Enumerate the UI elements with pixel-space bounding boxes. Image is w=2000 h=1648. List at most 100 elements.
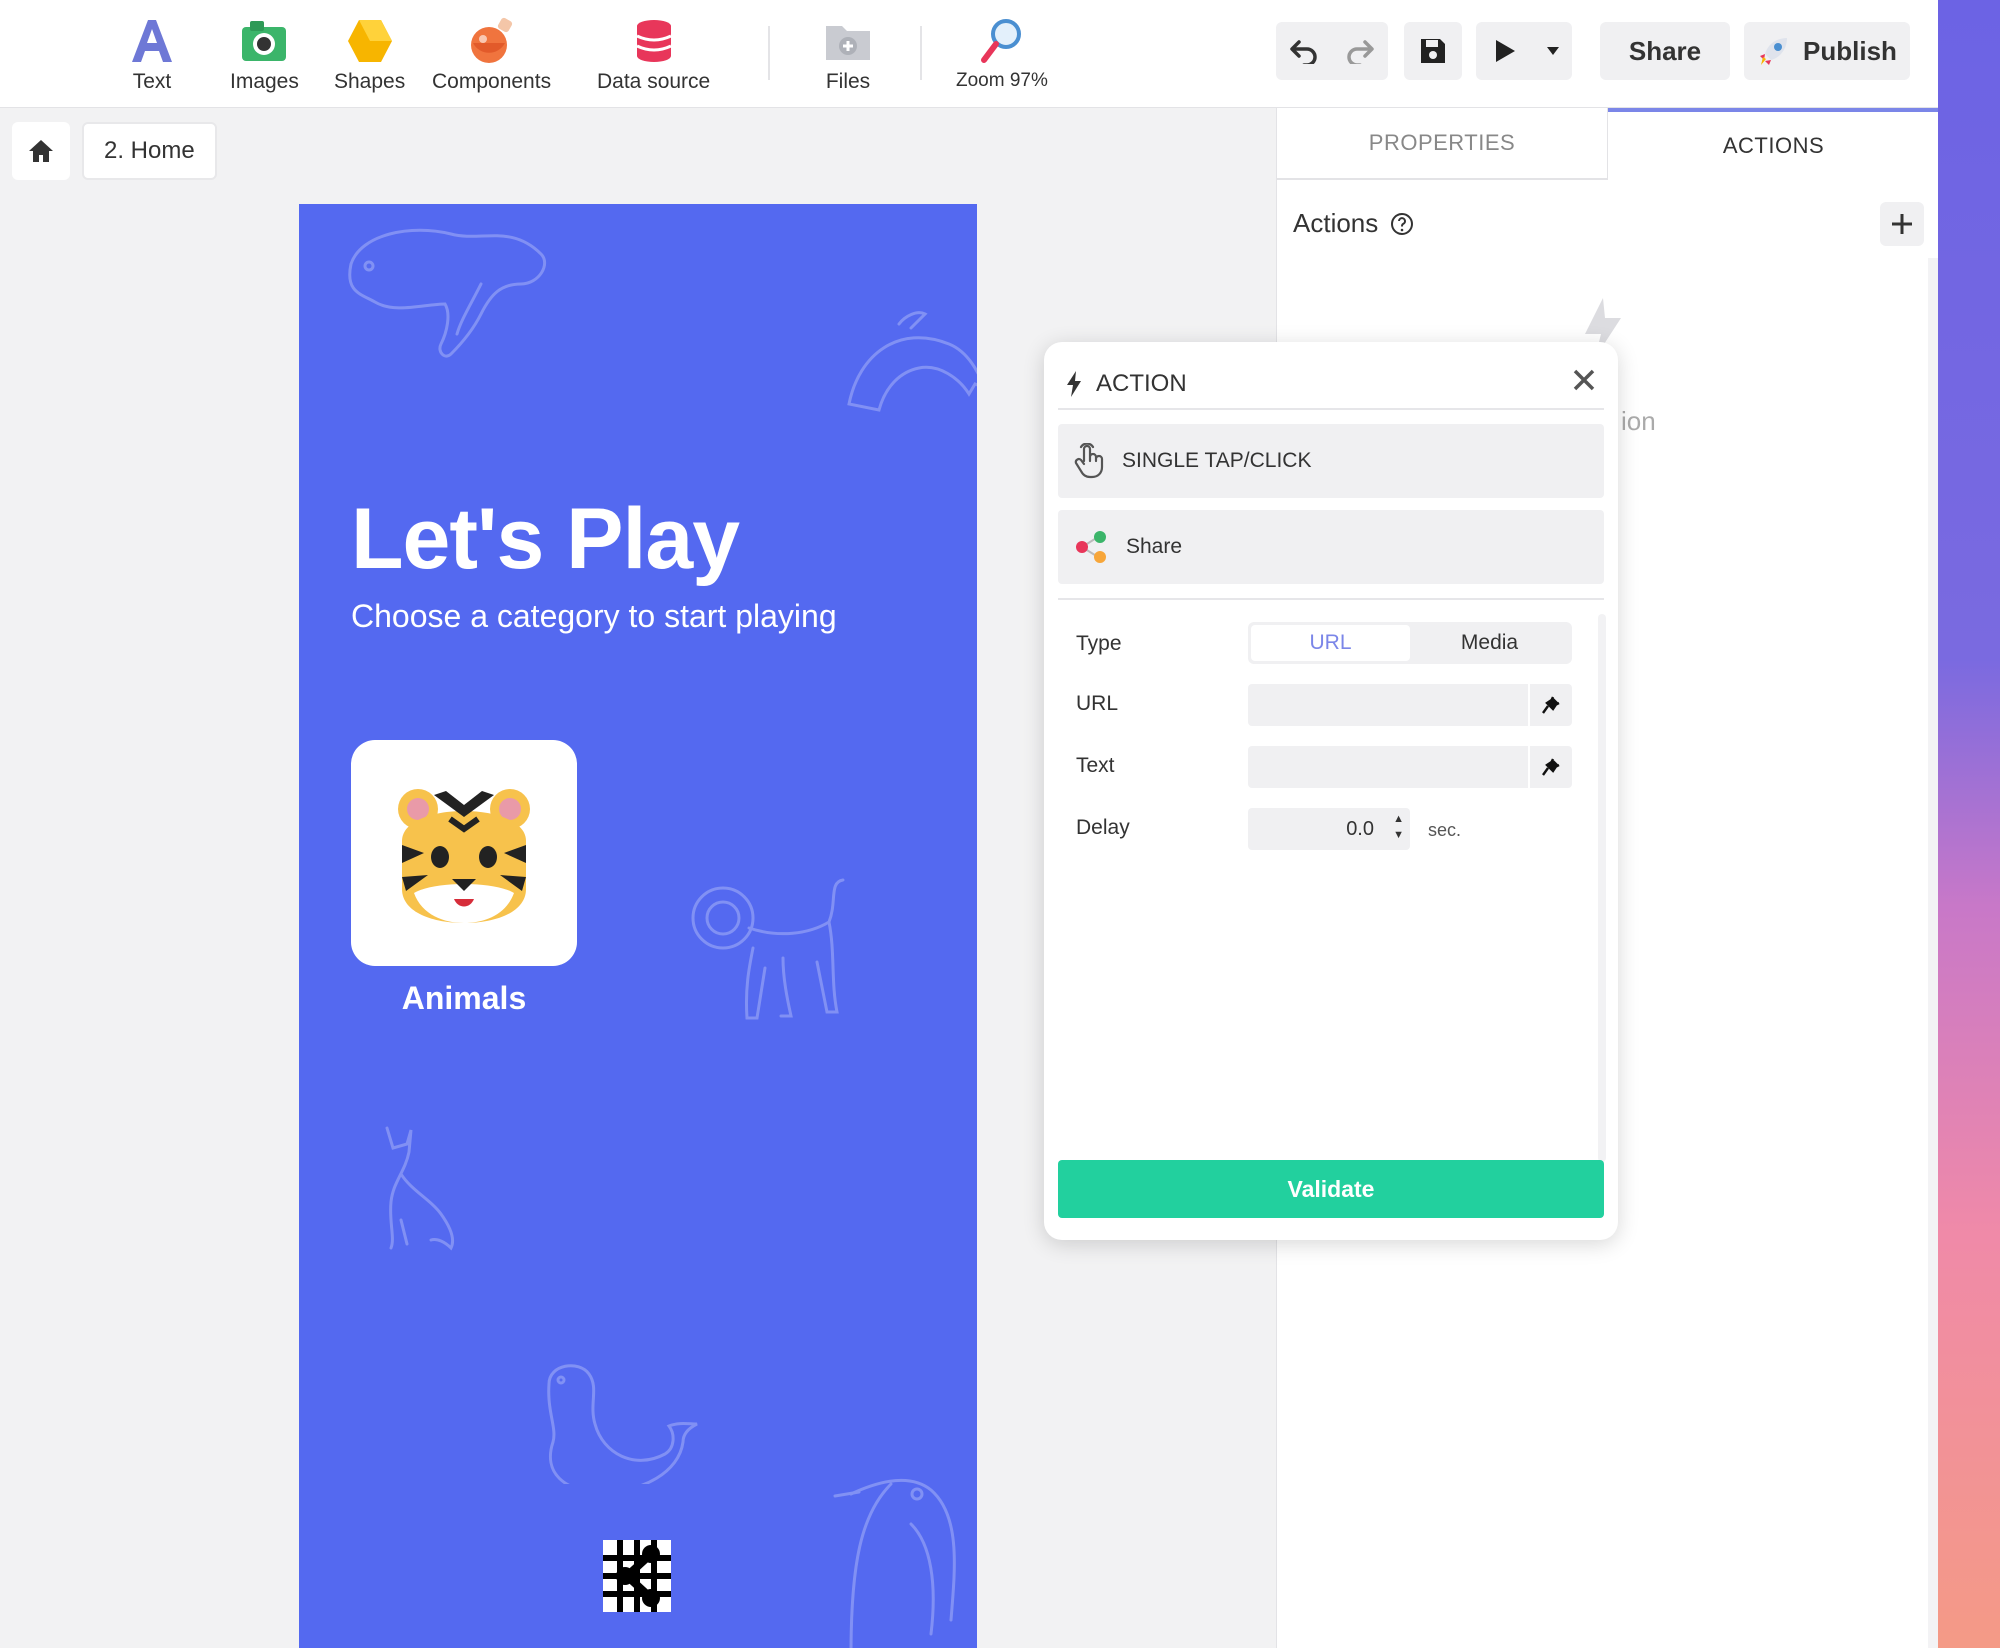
- popup-divider: [1058, 598, 1604, 600]
- tab-actions[interactable]: ACTIONS: [1608, 108, 1939, 180]
- text-label: Text: [1076, 754, 1115, 777]
- stepper-up-icon[interactable]: ▲: [1393, 812, 1404, 826]
- delay-value: 0.0: [1346, 817, 1374, 840]
- screen-subtitle: Choose a category to start playing: [351, 598, 837, 634]
- type-label: Type: [1076, 632, 1122, 655]
- plus-icon: [1892, 214, 1912, 234]
- save-button[interactable]: [1404, 22, 1462, 80]
- seal-doodle-icon: [547, 1364, 698, 1484]
- popup-header: ACTION: [1066, 360, 1596, 408]
- play-button[interactable]: [1476, 22, 1534, 80]
- action-selector[interactable]: Share: [1058, 510, 1604, 584]
- zoom-label: Zoom 97%: [956, 70, 1048, 91]
- delay-input[interactable]: 0.0 ▲ ▼: [1248, 808, 1410, 850]
- category-card-animals[interactable]: [351, 740, 577, 966]
- close-icon: [1573, 369, 1595, 391]
- folder-icon: [824, 16, 872, 66]
- actions-header: Actions: [1293, 208, 1414, 239]
- text-tool[interactable]: Text: [130, 16, 174, 94]
- delay-stepper[interactable]: ▲ ▼: [1393, 812, 1404, 842]
- save-icon: [1421, 39, 1445, 63]
- home-icon: [29, 140, 53, 162]
- shapes-tool-label: Shapes: [334, 70, 406, 93]
- components-tool-label: Components: [432, 70, 552, 93]
- tab-properties[interactable]: PROPERTIES: [1277, 108, 1608, 180]
- rocket-icon: [1760, 38, 1788, 65]
- close-button[interactable]: [1564, 360, 1604, 400]
- components-tool[interactable]: Components: [432, 16, 551, 94]
- delay-unit: sec.: [1428, 820, 1462, 840]
- data-source-tool[interactable]: Data source: [597, 16, 710, 94]
- text-field[interactable]: [1248, 746, 1572, 788]
- text-tool-icon: [130, 16, 174, 66]
- text-tool-label: Text: [132, 70, 172, 93]
- top-toolbar: Text Images Shapes Components Data sourc…: [0, 0, 1938, 108]
- share-icon: [1076, 531, 1106, 563]
- bind-data-button[interactable]: [1528, 746, 1572, 788]
- bear-doodle-icon: [348, 228, 547, 358]
- files-tool[interactable]: Files: [824, 16, 872, 94]
- type-option-url[interactable]: URL: [1251, 625, 1410, 661]
- shapes-tool[interactable]: Shapes: [334, 16, 405, 94]
- lightning-icon: [1067, 371, 1081, 397]
- toolbar-divider: [768, 26, 770, 80]
- plug-icon: [1542, 696, 1560, 714]
- breadcrumb-page[interactable]: 2. Home: [82, 122, 217, 180]
- url-field[interactable]: [1248, 684, 1572, 726]
- chevron-down-icon: [1547, 47, 1559, 55]
- preview-group: [1476, 22, 1572, 80]
- zoom-tool[interactable]: Zoom 97%: [956, 16, 1048, 92]
- share-icon[interactable]: [603, 1540, 671, 1612]
- add-action-button[interactable]: [1880, 202, 1924, 246]
- action-label: Share: [1126, 535, 1183, 558]
- breadcrumb-page-label: 2. Home: [104, 137, 195, 164]
- actions-title: Actions: [1293, 208, 1379, 238]
- redo-button[interactable]: [1332, 22, 1388, 80]
- popup-divider: [1058, 408, 1604, 410]
- popup-title: ACTION: [1096, 370, 1187, 397]
- tap-icon: [1074, 443, 1104, 479]
- bind-data-button[interactable]: [1528, 684, 1572, 726]
- flask-icon: [467, 16, 517, 66]
- empty-state-text: ion: [1621, 406, 1656, 436]
- panel-scrollbar[interactable]: [1928, 258, 1938, 1648]
- dolphin-doodle-icon: [847, 311, 977, 412]
- home-button[interactable]: [12, 122, 70, 180]
- data-source-tool-label: Data source: [597, 70, 711, 93]
- images-tool[interactable]: Images: [230, 16, 299, 94]
- publish-button[interactable]: Publish: [1744, 22, 1910, 80]
- share-button-label: Share: [1628, 35, 1702, 66]
- images-tool-label: Images: [230, 70, 299, 93]
- tiger-face-icon: [398, 789, 530, 923]
- publish-button-label: Publish: [1803, 35, 1897, 66]
- help-icon[interactable]: [1390, 212, 1414, 236]
- validate-button[interactable]: Validate: [1058, 1160, 1604, 1218]
- app-screen-canvas[interactable]: Let's Play Choose a category to start pl…: [299, 204, 977, 1648]
- share-button[interactable]: Share: [1600, 22, 1730, 80]
- hexagon-icon: [346, 16, 394, 66]
- type-option-media[interactable]: Media: [1410, 625, 1569, 661]
- penguin-doodle-icon: [833, 1478, 956, 1648]
- undo-button[interactable]: [1276, 22, 1332, 80]
- database-icon: [635, 16, 673, 66]
- stepper-down-icon[interactable]: ▼: [1393, 828, 1404, 842]
- magnifier-icon: [980, 16, 1024, 66]
- history-group: [1276, 22, 1388, 80]
- lion-doodle-icon: [691, 878, 845, 1020]
- trigger-label: SINGLE TAP/CLICK: [1122, 449, 1312, 472]
- camera-icon: [240, 16, 288, 66]
- popup-scrollbar[interactable]: [1598, 614, 1606, 1162]
- action-popup: ACTION SINGLE TAP/CLICK Share Type URL M…: [1044, 342, 1618, 1240]
- url-label: URL: [1076, 692, 1119, 715]
- play-icon: [1496, 40, 1515, 62]
- plug-icon: [1542, 758, 1560, 776]
- files-tool-label: Files: [825, 70, 871, 93]
- trigger-selector[interactable]: SINGLE TAP/CLICK: [1058, 424, 1604, 498]
- redo-icon: [1347, 40, 1374, 64]
- validate-button-label: Validate: [1287, 1175, 1375, 1202]
- desktop-background-edge: [1938, 0, 2000, 1648]
- toolbar-divider: [920, 26, 922, 80]
- preview-dropdown[interactable]: [1534, 22, 1572, 80]
- undo-icon: [1290, 40, 1317, 64]
- delay-label: Delay: [1076, 816, 1130, 839]
